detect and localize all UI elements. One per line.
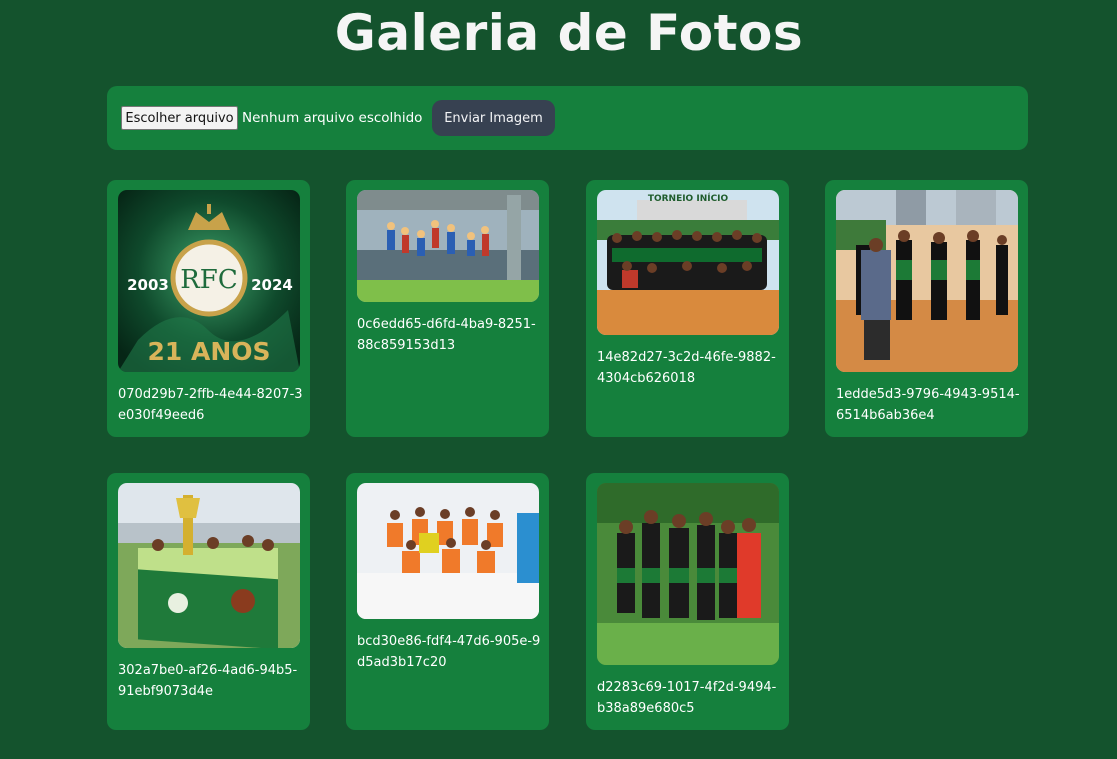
page-title: Galeria de Fotos — [334, 4, 804, 62]
image-caption: 0c6edd65-d6fd-4ba9-8251-88c859153d13 — [357, 317, 536, 353]
choose-file-button[interactable]: Escolher arquivo — [121, 106, 238, 130]
file-status-text: Nenhum arquivo escolhido — [242, 110, 423, 126]
gallery-card[interactable]: 302a7be0-af26-4ad6-94b5-91ebf9073d4e — [107, 473, 310, 730]
gallery-image[interactable] — [357, 190, 539, 302]
gallery-card[interactable]: 0c6edd65-d6fd-4ba9-8251-88c859153d13 — [346, 180, 549, 437]
upload-form: Escolher arquivo Nenhum arquivo escolhid… — [107, 86, 1028, 150]
logo-banner: 21 ANOS — [147, 337, 270, 366]
logo-monogram: RFC — [180, 265, 238, 295]
image-caption: 070d29b7-2ffb-4e44-8207-3e030f49eed6 — [118, 387, 303, 423]
logo-year-right: 2024 — [251, 276, 293, 294]
gallery-image[interactable]: RFC 2003 2024 21 ANOS — [118, 190, 300, 372]
gallery-card[interactable]: 1edde5d3-9796-4943-9514-6514b6ab36e4 — [825, 180, 1028, 437]
photo-banner-text: TORNEIO INÍCIO — [648, 192, 729, 204]
image-caption: 14e82d27-3c2d-46fe-9882-4304cb626018 — [597, 350, 776, 386]
gallery-image[interactable] — [597, 483, 779, 665]
image-caption: bcd30e86-fdf4-47d6-905e-9d5ad3b17c20 — [357, 634, 541, 670]
image-caption: d2283c69-1017-4f2d-9494-b38a89e680c5 — [597, 680, 777, 716]
gallery-card[interactable]: RFC 2003 2024 21 ANOS 070d29b7-2ffb-4e44… — [107, 180, 310, 437]
gallery-image[interactable] — [836, 190, 1018, 372]
gallery-image[interactable] — [118, 483, 300, 648]
gallery-card[interactable]: d2283c69-1017-4f2d-9494-b38a89e680c5 — [586, 473, 789, 730]
gallery-image[interactable] — [357, 483, 539, 619]
gallery-card[interactable]: bcd30e86-fdf4-47d6-905e-9d5ad3b17c20 — [346, 473, 549, 730]
upload-image-button[interactable]: Enviar Imagem — [432, 100, 555, 136]
gallery-card[interactable]: TORNEIO INÍCIO 14e82d27-3c2d-46fe-9882-4… — [586, 180, 789, 437]
logo-year-left: 2003 — [127, 276, 169, 294]
gallery-image[interactable]: TORNEIO INÍCIO — [597, 190, 779, 335]
image-caption: 302a7be0-af26-4ad6-94b5-91ebf9073d4e — [118, 663, 298, 699]
image-caption: 1edde5d3-9796-4943-9514-6514b6ab36e4 — [836, 387, 1020, 423]
